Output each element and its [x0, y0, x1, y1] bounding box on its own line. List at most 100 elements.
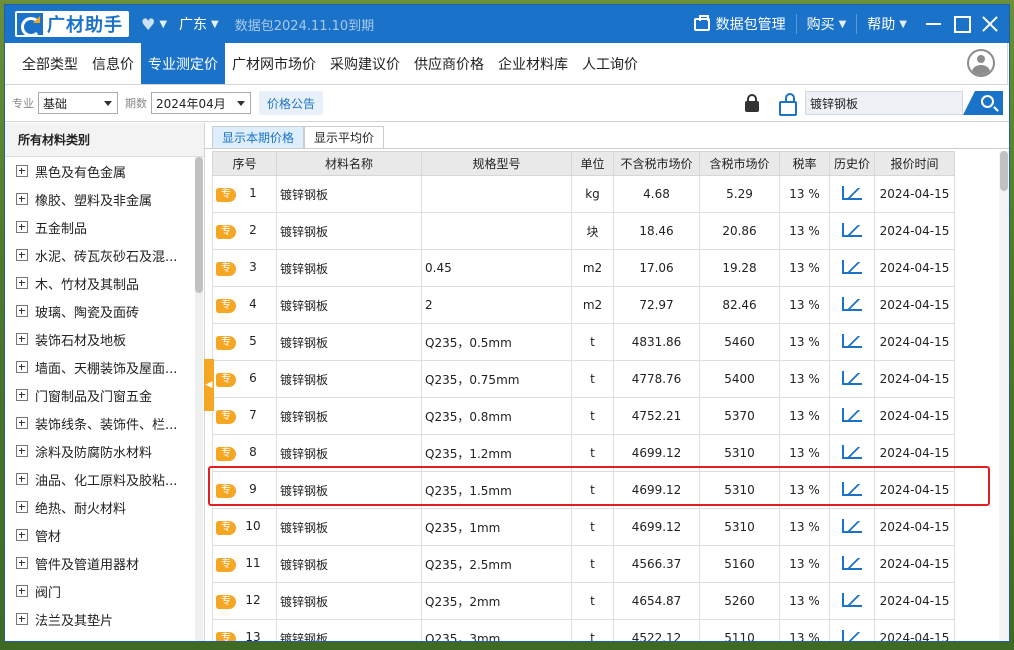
history-chart-icon[interactable] — [842, 444, 863, 459]
col-header-name[interactable]: 材料名称 — [276, 151, 422, 176]
history-chart-icon[interactable] — [842, 481, 863, 496]
sidebar-item[interactable]: 玻璃、陶瓷及面砖 — [5, 297, 194, 325]
sidebar-item[interactable]: 门窗制品及门窗五金 — [5, 381, 194, 409]
col-header-no[interactable]: 序号 — [212, 151, 277, 176]
table-row[interactable]: 专 7 镀锌钢板 Q235，0.8mm t 4752.21 5370 13 % 2024-04-… — [212, 397, 955, 435]
sidebar-scrollbar[interactable] — [195, 157, 203, 641]
table-row[interactable]: 专 6 镀锌钢板 Q235，0.75mm t 4778.76 5400 13 % 2024-04… — [212, 360, 955, 398]
sidebar-item[interactable]: 油品、化工原料及胶粘... — [5, 465, 194, 493]
expand-plus-icon[interactable] — [16, 473, 28, 485]
tab-purchase-advice[interactable]: 采购建议价 — [323, 43, 407, 84]
expand-plus-icon[interactable] — [16, 305, 28, 317]
sidebar-item[interactable]: 木、竹材及其制品 — [5, 269, 194, 297]
specialty-select[interactable]: 基础 — [38, 92, 118, 114]
collapse-sidebar-button[interactable]: ◀ — [204, 359, 214, 411]
region-dropdown-icon[interactable]: ▼ — [211, 19, 219, 30]
table-row[interactable]: 专 10 镀锌钢板 Q235，1mm t 4699.12 5310 13 % 2024-04-1… — [212, 508, 955, 546]
sidebar-scroll-thumb[interactable] — [195, 157, 203, 293]
sidebar-item[interactable]: 水泥、砖瓦灰砂石及混... — [5, 241, 194, 269]
tab-info-price[interactable]: 信息价 — [85, 43, 141, 84]
period-select[interactable]: 2024年04月 — [151, 92, 251, 114]
sidebar-item[interactable]: 装饰石材及地板 — [5, 325, 194, 353]
sidebar-item[interactable]: 管件及管道用器材 — [5, 549, 194, 577]
col-header-date[interactable]: 报价时间 — [874, 151, 955, 176]
col-header-unit[interactable]: 单位 — [571, 151, 614, 176]
history-chart-icon[interactable] — [842, 555, 863, 570]
table-row[interactable]: 专 4 镀锌钢板 2 m2 72.97 82.46 13 % 2024-04-15 — [212, 286, 955, 324]
lock-icon[interactable] — [743, 93, 761, 113]
history-chart-icon[interactable] — [842, 185, 863, 200]
table-row[interactable]: 专 5 镀锌钢板 Q235，0.5mm t 4831.86 5460 13 % 2024-04-… — [212, 323, 955, 361]
tab-average-price[interactable]: 显示平均价 — [304, 126, 385, 148]
tab-enterprise-library[interactable]: 企业材料库 — [491, 43, 575, 84]
table-row[interactable]: 专 12 镀锌钢板 Q235，2mm t 4654.87 5260 13 % 2024-04-1… — [212, 582, 955, 620]
help-menu[interactable]: 帮助 ▼ — [857, 14, 917, 34]
search-input[interactable]: 镀锌钢板 — [805, 91, 963, 115]
history-chart-icon[interactable] — [842, 296, 863, 311]
history-chart-icon[interactable] — [842, 370, 863, 385]
tab-all-types[interactable]: 全部类型 — [5, 43, 85, 84]
minimize-icon[interactable] — [923, 13, 945, 35]
col-header-spec[interactable]: 规格型号 — [421, 151, 572, 176]
expand-plus-icon[interactable] — [16, 333, 28, 345]
table-scrollbar[interactable] — [999, 151, 1009, 641]
expand-plus-icon[interactable] — [16, 165, 28, 177]
tab-supplier-price[interactable]: 供应商价格 — [407, 43, 491, 84]
unlock-icon[interactable] — [777, 93, 797, 116]
tab-manual-inquiry[interactable]: 人工询价 — [575, 43, 645, 84]
table-row[interactable]: 专 11 镀锌钢板 Q235，2.5mm t 4566.37 5160 13 % 2024-04… — [212, 545, 955, 583]
col-header-price-in-tax[interactable]: 含税市场价 — [699, 151, 780, 176]
sidebar-item[interactable]: 装饰线条、装饰件、栏... — [5, 409, 194, 437]
sidebar-item[interactable]: 五金制品 — [5, 213, 194, 241]
table-row[interactable]: 专 2 镀锌钢板块 18.46 20.86 13 % 2024-04-15 — [212, 212, 955, 250]
sidebar-item[interactable]: 涂料及防腐防水材料 — [5, 437, 194, 465]
table-row[interactable]: 专 3 镀锌钢板 0.45 m2 17.06 19.28 13 % 2024-04-15 — [212, 249, 955, 287]
sidebar-item[interactable]: 墙面、天棚装饰及屋面... — [5, 353, 194, 381]
expand-plus-icon[interactable] — [16, 361, 28, 373]
col-header-history[interactable]: 历史价 — [829, 151, 875, 176]
user-avatar-icon[interactable] — [967, 49, 995, 77]
package-manage-button[interactable]: 数据包管理 — [684, 14, 797, 34]
history-chart-icon[interactable] — [842, 518, 863, 533]
expand-plus-icon[interactable] — [16, 221, 28, 233]
expand-plus-icon[interactable] — [16, 193, 28, 205]
table-row[interactable]: 专 13 镀锌钢板 Q235，3mm t 4522.12 5110 13 % 2024-04-1… — [212, 619, 955, 641]
sidebar-item[interactable]: 黑色及有色金属 — [5, 157, 194, 185]
maximize-icon[interactable] — [951, 13, 973, 35]
col-header-tax-rate[interactable]: 税率 — [779, 151, 830, 176]
history-chart-icon[interactable] — [842, 407, 863, 422]
favorite-heart-icon[interactable]: ♥ — [141, 15, 155, 34]
expand-plus-icon[interactable] — [16, 249, 28, 261]
sidebar-item[interactable]: 洁具及燃气器具 — [5, 633, 194, 641]
region-selector[interactable]: 广东 — [179, 14, 207, 34]
favorite-dropdown-icon[interactable]: ▼ — [159, 19, 167, 30]
history-chart-icon[interactable] — [842, 629, 863, 641]
expand-plus-icon[interactable] — [16, 417, 28, 429]
table-row[interactable]: 专 9 镀锌钢板 Q235，1.5mm t 4699.12 5310 13 % 2024-04-… — [212, 471, 955, 509]
history-chart-icon[interactable] — [842, 222, 863, 237]
tab-market-price[interactable]: 广材网市场价 — [225, 43, 323, 84]
expand-plus-icon[interactable] — [16, 557, 28, 569]
expand-plus-icon[interactable] — [16, 445, 28, 457]
history-chart-icon[interactable] — [842, 592, 863, 607]
sidebar-item[interactable]: 橡胶、塑料及非金属 — [5, 185, 194, 213]
sidebar-item[interactable]: 阀门 — [5, 577, 194, 605]
sidebar-item[interactable]: 法兰及其垫片 — [5, 605, 194, 633]
col-header-price-ex-tax[interactable]: 不含税市场价 — [613, 151, 700, 176]
sidebar-item[interactable]: 管材 — [5, 521, 194, 549]
sidebar-item[interactable]: 绝热、耐火材料 — [5, 493, 194, 521]
history-chart-icon[interactable] — [842, 333, 863, 348]
tab-professional-price[interactable]: 专业测定价 — [141, 43, 225, 84]
expand-plus-icon[interactable] — [16, 501, 28, 513]
table-row[interactable]: 专 1 镀锌钢板 kg 4.68 5.29 13 % 2024-04-15 — [212, 175, 955, 213]
history-chart-icon[interactable] — [842, 259, 863, 274]
tab-current-price[interactable]: 显示本期价格 — [212, 126, 305, 148]
expand-plus-icon[interactable] — [16, 585, 28, 597]
expand-plus-icon[interactable] — [16, 277, 28, 289]
expand-plus-icon[interactable] — [16, 529, 28, 541]
close-icon[interactable] — [979, 13, 1001, 35]
expand-plus-icon[interactable] — [16, 613, 28, 625]
table-row[interactable]: 专 8 镀锌钢板 Q235，1.2mm t 4699.12 5310 13 % 2024-04-… — [212, 434, 955, 472]
table-scroll-thumb[interactable] — [1000, 151, 1008, 191]
price-notice-button[interactable]: 价格公告 — [259, 91, 324, 115]
